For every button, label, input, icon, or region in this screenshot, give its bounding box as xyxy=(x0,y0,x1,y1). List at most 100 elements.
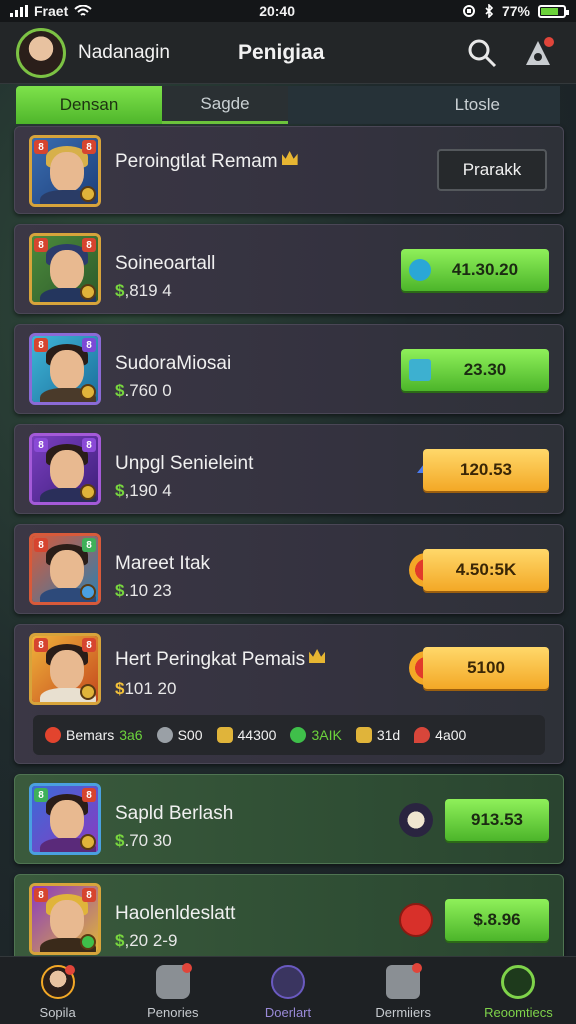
lightning-icon xyxy=(409,259,431,281)
nav-sopila[interactable]: Sopila xyxy=(0,957,115,1024)
user-name: Nadanagin xyxy=(78,41,170,63)
rocket-icon xyxy=(386,963,423,999)
shield-icon xyxy=(290,727,307,743)
rank-badge: 8 xyxy=(82,338,96,352)
player-portrait: 88 xyxy=(29,883,101,955)
medal-icon xyxy=(80,186,96,202)
nav-doerlart[interactable]: Doerlart xyxy=(230,957,345,1024)
alerts-button[interactable] xyxy=(516,31,560,75)
rank-badge: 8 xyxy=(34,538,48,552)
player-portrait: 88 xyxy=(29,533,101,605)
stat-item: 3AIK xyxy=(290,727,342,743)
value-button[interactable]: 4.50:5K xyxy=(423,549,549,591)
notification-dot xyxy=(412,963,423,973)
medal-icon xyxy=(80,284,96,300)
status-bar: Fraet 20:40 77% xyxy=(0,0,576,22)
rank-badge: 8 xyxy=(34,338,48,352)
player-portrait: 88 xyxy=(29,333,101,405)
crown-icon xyxy=(309,649,326,663)
rank-badge: 8 xyxy=(34,438,48,452)
rank-badge: 8 xyxy=(82,238,96,252)
player-portrait: 88 xyxy=(29,233,101,305)
timer-button[interactable]: 41.30.20 xyxy=(401,249,549,291)
medal-icon xyxy=(80,834,96,850)
tab-ltosle[interactable]: Ltosle xyxy=(288,86,560,124)
rank-badge: 8 xyxy=(82,538,96,552)
rotation-lock-icon xyxy=(462,5,475,17)
ruby-icon xyxy=(414,727,431,743)
rank-badge: 8 xyxy=(34,140,48,154)
stat-item: Bemars 3a6 xyxy=(45,727,143,743)
notification-dot xyxy=(181,963,192,973)
value-button[interactable]: $.8.96 xyxy=(445,899,549,941)
nav-penories[interactable]: Penories xyxy=(115,957,230,1024)
rank-badge: 8 xyxy=(34,888,48,902)
player-portrait: 88 xyxy=(29,433,101,505)
list-item[interactable]: 88 Unpgl Senieleint $,190 4 120.53 xyxy=(14,424,564,514)
nav-dermiiers[interactable]: Dermiiers xyxy=(346,957,461,1024)
list-item[interactable]: 88 Peroingtlat Remam Prarakk xyxy=(14,126,564,214)
clock-icon xyxy=(155,963,192,999)
mask-icon xyxy=(399,803,433,837)
nav-reoomtiecs[interactable]: Reoomtiecs xyxy=(461,957,576,1024)
rank-badge: 8 xyxy=(82,140,96,154)
stat-item: 44300 xyxy=(216,727,276,743)
page-title: Penigiaa xyxy=(238,40,325,64)
coin-icon xyxy=(355,727,372,743)
player-portrait: 88 xyxy=(29,135,101,207)
rank-badge: 8 xyxy=(34,788,48,802)
player-name: Soineoartall xyxy=(115,253,216,274)
chest-icon xyxy=(216,727,233,743)
player-score: $,190 4 xyxy=(115,481,172,500)
list-item[interactable]: 88 Hert Peringkat Pemais $101 20 5100 Be… xyxy=(14,624,564,764)
rank-badge: 8 xyxy=(82,788,96,802)
card-icon xyxy=(409,359,431,381)
list-item[interactable]: 88 Mareet Itak $.10 23 4.50:5K xyxy=(14,524,564,614)
level-badge-icon xyxy=(399,903,433,937)
rank-badge: 8 xyxy=(82,638,96,652)
medal-icon xyxy=(80,384,96,400)
rank-badge: 8 xyxy=(82,438,96,452)
user-avatar[interactable] xyxy=(16,27,66,78)
value-button[interactable]: 23.30 xyxy=(401,349,549,391)
notification-dot xyxy=(544,36,554,47)
tab-sagde[interactable]: Sagde xyxy=(162,86,288,124)
player-score: $.70 30 xyxy=(115,831,172,850)
carrier-label: Fraet xyxy=(34,3,69,19)
battery-icon xyxy=(537,4,569,18)
action-button[interactable]: Prarakk xyxy=(437,149,547,191)
player-portrait: 88 xyxy=(29,783,101,855)
player-name: Hert Peringkat Pemais xyxy=(115,649,326,671)
search-icon xyxy=(468,39,497,67)
notification-dot xyxy=(64,965,75,975)
value-button[interactable]: 913.53 xyxy=(445,799,549,841)
stat-item: 31d xyxy=(355,727,400,743)
player-score: $,819 4 xyxy=(115,281,172,300)
rank-badge: 8 xyxy=(82,888,96,902)
gear-icon xyxy=(156,727,173,743)
list-item[interactable]: 88 SudoraMiosai $.760 0 23.30 xyxy=(14,324,564,414)
bluetooth-icon xyxy=(485,4,494,18)
medal-icon xyxy=(80,934,96,950)
player-score: $.10 23 xyxy=(115,581,172,600)
tab-densan[interactable]: Densan xyxy=(16,86,162,124)
search-button[interactable] xyxy=(460,31,504,75)
player-name: Mareet Itak xyxy=(115,553,211,574)
player-score: $,20 2-9 xyxy=(115,931,178,950)
shield-icon xyxy=(271,965,305,999)
wifi-icon xyxy=(74,4,92,16)
value-button[interactable]: 5100 xyxy=(423,647,549,689)
profile-icon xyxy=(40,965,75,999)
stat-item: S00 xyxy=(156,727,203,743)
player-score: $.760 0 xyxy=(115,381,172,400)
player-name: Peroingtlat Remam xyxy=(115,151,298,173)
medal-icon xyxy=(80,684,96,700)
list-item[interactable]: 88 Sapld Berlash $.70 30 913.53 xyxy=(14,774,564,864)
ranking-list: 88 Peroingtlat Remam Prarakk 88 Soineoar… xyxy=(14,126,564,974)
player-portrait: 88 xyxy=(29,633,101,705)
tab-bar: Densan Sagde Ltosle xyxy=(16,86,560,124)
list-item[interactable]: 88 Soineoartall $,819 4 41.30.20 xyxy=(14,224,564,314)
list-item[interactable]: 88 Haolenldeslatt $,20 2-9 $.8.96 xyxy=(14,874,564,964)
value-button[interactable]: 120.53 xyxy=(423,449,549,491)
player-name: Unpgl Senieleint xyxy=(115,453,254,474)
